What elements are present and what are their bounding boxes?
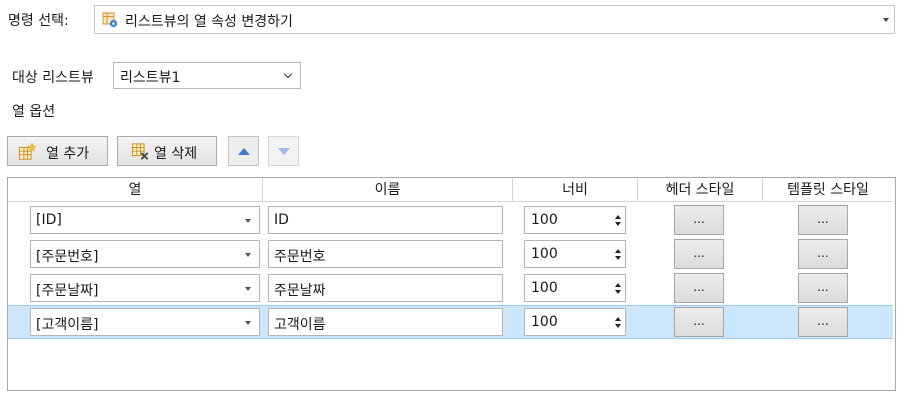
header-style-button[interactable]: ... xyxy=(674,239,724,269)
spin-up-icon[interactable] xyxy=(615,283,621,287)
column-select-value: [고객이름] xyxy=(36,317,99,333)
name-input-value: 주문번호 xyxy=(274,249,326,265)
width-stepper-value: 100 xyxy=(531,212,558,228)
target-listview-value: 리스트뷰1 xyxy=(120,70,181,86)
delete-column-button[interactable]: 열 삭제 xyxy=(117,136,217,166)
name-input-value: 주문날짜 xyxy=(274,283,326,299)
header-style-button[interactable]: ... xyxy=(674,205,724,235)
width-stepper[interactable]: 100 xyxy=(524,240,626,268)
spin-up-icon[interactable] xyxy=(615,317,621,321)
name-input[interactable]: 고객이름 xyxy=(268,308,503,336)
header-style-button[interactable]: ... xyxy=(674,307,724,337)
template-style-button[interactable]: ... xyxy=(798,205,848,235)
chevron-down-icon xyxy=(283,69,293,79)
spin-down-icon[interactable] xyxy=(615,222,621,226)
template-style-button[interactable]: ... xyxy=(798,273,848,303)
target-listview-label: 대상 리스트뷰 xyxy=(12,70,94,86)
header-header-style: 헤더 스타일 xyxy=(638,178,763,202)
header-name: 이름 xyxy=(263,178,513,202)
add-column-button[interactable]: 열 추가 xyxy=(7,136,108,166)
header-style-button[interactable]: ... xyxy=(674,273,724,303)
name-input[interactable]: 주문날짜 xyxy=(268,274,503,302)
listview-settings-icon xyxy=(102,12,118,28)
spin-up-icon[interactable] xyxy=(615,249,621,253)
table-row-selected[interactable]: [고객이름] 고객이름 100 ... ... xyxy=(8,305,893,339)
table-row[interactable]: [ID] ID 100 ... ... xyxy=(8,203,893,237)
delete-column-label: 열 삭제 xyxy=(154,146,198,162)
column-grid: 열 이름 너비 헤더 스타일 템플릿 스타일 [ID] ID 100 ... .… xyxy=(7,177,896,391)
spin-down-icon[interactable] xyxy=(615,256,621,260)
width-stepper-value: 100 xyxy=(531,314,558,330)
column-select[interactable]: [고객이름] xyxy=(30,308,260,336)
grid-delete-x-icon xyxy=(131,143,149,160)
column-select-value: [주문번호] xyxy=(36,249,99,265)
chevron-down-icon xyxy=(245,287,251,291)
move-up-button[interactable] xyxy=(228,136,259,166)
spin-up-icon[interactable] xyxy=(615,215,621,219)
chevron-down-icon xyxy=(245,219,251,223)
column-select[interactable]: [ID] xyxy=(30,206,260,234)
header-column: 열 xyxy=(8,178,263,202)
chevron-down-icon xyxy=(883,18,889,22)
width-stepper-value: 100 xyxy=(531,280,558,296)
spin-down-icon[interactable] xyxy=(615,290,621,294)
chevron-down-icon xyxy=(245,321,251,325)
template-style-button[interactable]: ... xyxy=(798,307,848,337)
name-input[interactable]: ID xyxy=(268,206,503,234)
width-stepper[interactable]: 100 xyxy=(524,206,626,234)
table-row[interactable]: [주문번호] 주문번호 100 ... ... xyxy=(8,237,893,271)
grid-add-star-icon xyxy=(18,143,37,160)
command-value: 리스트뷰의 열 속성 변경하기 xyxy=(125,14,293,30)
header-width: 너비 xyxy=(513,178,638,202)
add-column-label: 열 추가 xyxy=(46,146,90,162)
width-stepper-value: 100 xyxy=(531,246,558,262)
column-select-value: [ID] xyxy=(36,212,62,228)
move-up-arrow-icon xyxy=(238,148,250,155)
template-style-button[interactable]: ... xyxy=(798,239,848,269)
command-label: 명령 선택: xyxy=(8,13,69,29)
chevron-down-icon xyxy=(245,253,251,257)
spin-down-icon[interactable] xyxy=(615,324,621,328)
column-select-value: [주문날짜] xyxy=(36,283,99,299)
table-row[interactable]: [주문날짜] 주문날짜 100 ... ... xyxy=(8,271,893,305)
move-down-button[interactable] xyxy=(268,136,299,166)
width-stepper[interactable]: 100 xyxy=(524,274,626,302)
header-template-style: 템플릿 스타일 xyxy=(763,178,893,202)
target-listview-select[interactable]: 리스트뷰1 xyxy=(113,62,301,89)
column-select[interactable]: [주문번호] xyxy=(30,240,260,268)
column-select[interactable]: [주문날짜] xyxy=(30,274,260,302)
move-down-arrow-icon xyxy=(278,148,290,155)
name-input[interactable]: 주문번호 xyxy=(268,240,503,268)
width-stepper[interactable]: 100 xyxy=(524,308,626,336)
name-input-value: ID xyxy=(274,212,289,228)
name-input-value: 고객이름 xyxy=(274,317,326,333)
column-options-label: 열 옵션 xyxy=(12,104,56,120)
command-select[interactable]: 리스트뷰의 열 속성 변경하기 xyxy=(94,5,895,34)
